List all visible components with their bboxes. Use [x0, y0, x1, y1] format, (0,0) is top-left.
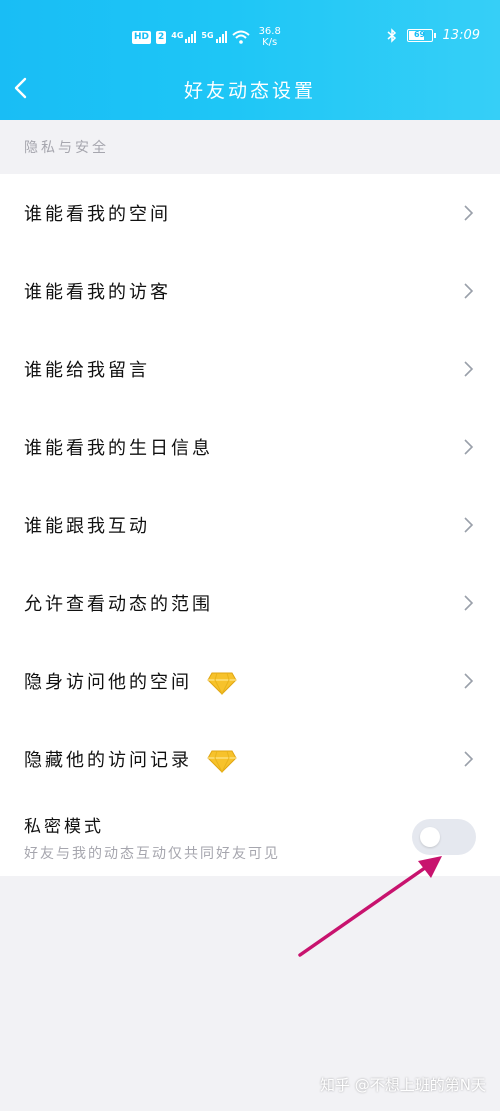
row-who-can-leave-message[interactable]: 谁能给我留言 — [0, 330, 500, 408]
signal-icon-2: 5G — [201, 31, 227, 43]
row-label: 谁能跟我互动 — [24, 516, 150, 537]
network-type-2: 5G — [201, 31, 214, 40]
page-title: 好友动态设置 — [183, 80, 316, 102]
row-label: 谁能看我的访客 — [24, 282, 171, 303]
row-who-can-see-space[interactable]: 谁能看我的空间 — [0, 174, 500, 252]
status-bar: HD 2 4G 5G 36.8 K/s 69 13:09 — [0, 20, 500, 54]
chevron-right-icon — [464, 595, 474, 611]
row-who-can-interact[interactable]: 谁能跟我互动 — [0, 486, 500, 564]
app-header: HD 2 4G 5G 36.8 K/s 69 13:09 好友动态设置 — [0, 0, 500, 120]
network-type-1: 4G — [171, 31, 184, 40]
diamond-icon — [207, 750, 237, 773]
diamond-icon — [207, 672, 237, 695]
chevron-right-icon — [464, 283, 474, 299]
hd-badge: HD — [132, 30, 152, 44]
private-mode-title: 私密模式 — [24, 816, 104, 837]
sim-badge: 2 — [156, 30, 167, 44]
chevron-right-icon — [464, 439, 474, 455]
row-invisible-visit[interactable]: 隐身访问他的空间 — [0, 642, 500, 720]
row-label: 隐身访问他的空间 — [24, 668, 462, 695]
speed-value: 36.8 — [258, 26, 281, 37]
row-label: 隐藏他的访问记录 — [24, 746, 462, 773]
row-label: 允许查看动态的范围 — [24, 594, 213, 615]
signal-icon: 4G — [171, 31, 197, 43]
settings-content: 隐私与安全 谁能看我的空间 谁能看我的访客 谁能给我留言 谁能看我的生日信息 谁… — [0, 120, 500, 876]
section-header-privacy: 隐私与安全 — [0, 120, 500, 174]
row-who-can-see-visitors[interactable]: 谁能看我的访客 — [0, 252, 500, 330]
clock: 13:09 — [442, 28, 480, 43]
battery-level: 69 — [413, 30, 426, 39]
chevron-right-icon — [464, 751, 474, 767]
watermark: 知乎 @不想上班的第N天 — [320, 1076, 486, 1094]
toggle-knob — [420, 827, 440, 847]
annotation-arrow-icon — [298, 856, 442, 957]
settings-list: 谁能看我的空间 谁能看我的访客 谁能给我留言 谁能看我的生日信息 谁能跟我互动 … — [0, 174, 500, 876]
chevron-right-icon — [464, 205, 474, 221]
chevron-right-icon — [464, 673, 474, 689]
row-hide-visit-records[interactable]: 隐藏他的访问记录 — [0, 720, 500, 798]
row-feed-visibility-range[interactable]: 允许查看动态的范围 — [0, 564, 500, 642]
status-right: 69 13:09 — [387, 28, 480, 43]
speed-unit: K/s — [262, 37, 278, 48]
row-who-can-see-birthday[interactable]: 谁能看我的生日信息 — [0, 408, 500, 486]
chevron-right-icon — [464, 517, 474, 533]
wifi-icon — [231, 30, 250, 44]
status-left: HD 2 4G 5G 36.8 K/s — [132, 26, 281, 48]
row-label: 谁能给我留言 — [24, 360, 150, 381]
row-label: 谁能看我的生日信息 — [24, 438, 213, 459]
battery-icon: 69 — [406, 29, 436, 42]
network-speed: 36.8 K/s — [259, 26, 281, 48]
row-label: 谁能看我的空间 — [24, 204, 171, 225]
chevron-right-icon — [464, 361, 474, 377]
navigation-bar: 好友动态设置 — [0, 68, 500, 112]
bluetooth-icon — [387, 28, 396, 43]
